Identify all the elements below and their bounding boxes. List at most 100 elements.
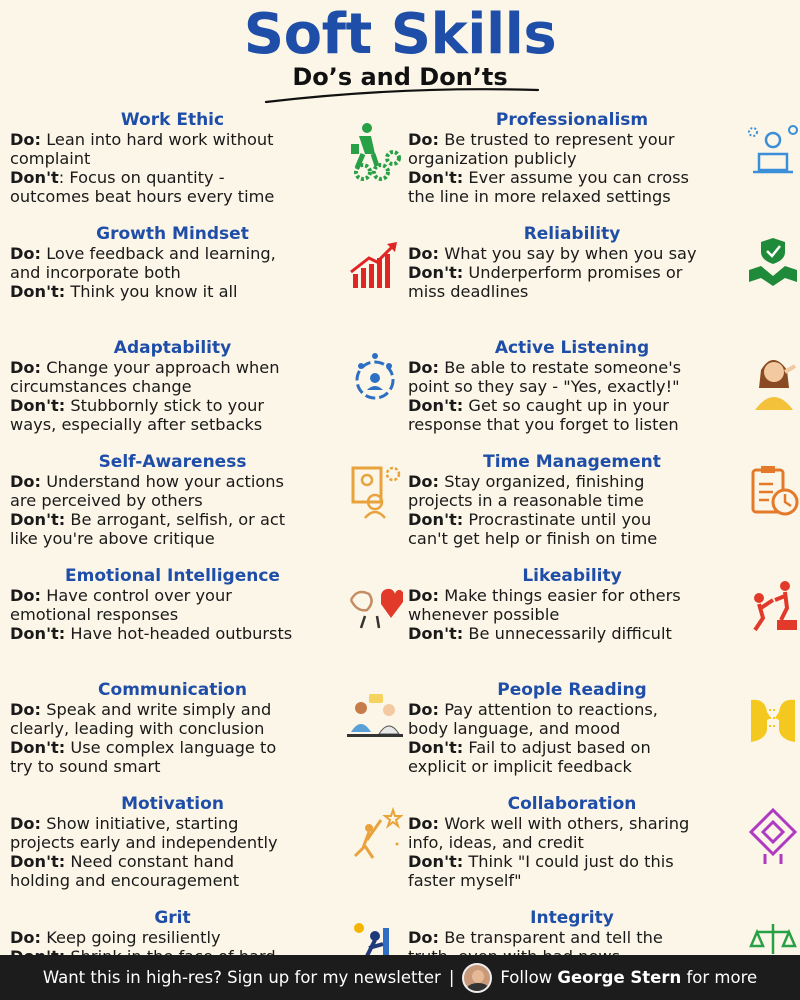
line-text: Have hot-headed outbursts <box>65 624 293 643</box>
line-text: Think "I could just do this <box>463 852 674 871</box>
skill-title: Reliability <box>523 224 621 244</box>
skill-title: Active Listening <box>494 338 650 358</box>
skill-line: Don't: Be unnecessarily difficult <box>408 624 800 643</box>
skills-grid: Work Ethic Do: Lean into hard work withou… <box>0 110 800 985</box>
line-text: projects in a reasonable time <box>408 491 644 510</box>
line-key: Do: <box>10 130 42 149</box>
skill-line: Don't: Procrastinate until you <box>408 510 800 529</box>
line-key: Do: <box>408 928 440 947</box>
skills-column-right: Professionalism Do: Be trusted to represe… <box>408 110 800 985</box>
face-profiles-icon <box>751 699 795 742</box>
skill-title: Self-Awareness <box>98 452 247 472</box>
line-key: Do: <box>10 700 42 719</box>
listening-woman-icon <box>755 360 797 410</box>
underline-swoosh <box>264 88 540 104</box>
newsletter-cta[interactable]: Want this in high-res? Sign up for my ne… <box>43 968 441 987</box>
skill-line: Don't: Fail to adjust based on <box>408 738 800 757</box>
line-text: What you say by when you say <box>439 244 697 263</box>
line-key: Don't: <box>408 852 464 871</box>
line-key: Don't: <box>10 510 66 529</box>
line-key: Do: <box>408 814 440 833</box>
self-reflection-icon <box>351 466 401 519</box>
skill-line: Don't: Think "I could just do this <box>408 852 800 871</box>
avatar <box>462 962 493 993</box>
skill-line: Don't: Be arrogant, selfish, or act <box>10 510 405 529</box>
skill-line: the line in more relaxed settings <box>408 187 800 206</box>
people-talking-icon <box>347 694 403 737</box>
skill-line: Do: Pay attention to reactions, <box>408 700 800 719</box>
line-key: Don't: <box>10 396 66 415</box>
line-text: Use complex language to <box>65 738 277 757</box>
skill-line: Don't: Need constant hand <box>10 852 405 871</box>
skill-line: Do: Speak and write simply and <box>10 700 405 719</box>
skill-card-collaboration: Collaboration Do: Work well with others, … <box>408 794 800 908</box>
line-text: Fail to adjust based on <box>463 738 651 757</box>
line-text: projects early and independently <box>10 833 278 852</box>
line-text: complaint <box>10 149 91 168</box>
skill-line: Do: Lean into hard work without <box>10 130 405 149</box>
footer-bar: Want this in high-res? Sign up for my ne… <box>0 955 800 1000</box>
line-text: Keep going resiliently <box>41 928 221 947</box>
skill-card-professionalism: Professionalism Do: Be trusted to represe… <box>408 110 800 224</box>
skill-card-time-management: Time Management Do: Stay organized, finis… <box>408 452 800 566</box>
line-text: and incorporate both <box>10 263 181 282</box>
skill-card-growth-mindset: Growth Mindset Do: Love feedback and lear… <box>10 224 405 338</box>
skill-line: Don't: Stubbornly stick to your <box>10 396 405 415</box>
skill-line: explicit or implicit feedback <box>408 757 800 776</box>
line-key: Don't: <box>408 510 464 529</box>
heart-brain-icon <box>349 589 403 629</box>
line-key: Don't: <box>408 738 464 757</box>
line-text: miss deadlines <box>408 282 529 301</box>
skill-line: try to sound smart <box>10 757 405 776</box>
skill-card-reliability: Reliability Do: What you say by when you … <box>408 224 800 338</box>
line-text: explicit or implicit feedback <box>408 757 632 776</box>
skill-line: Do: Be able to restate someone's <box>408 358 800 377</box>
line-key: Don't: <box>10 282 66 301</box>
skill-line: Do: Understand how your actions <box>10 472 405 491</box>
header: Soft Skills Do’s and Don’ts <box>0 0 800 110</box>
skill-line: Do: Be transparent and tell the <box>408 928 800 947</box>
line-key: Do: <box>408 586 440 605</box>
line-text: Lean into hard work without <box>41 130 274 149</box>
line-text: Need constant hand <box>65 852 235 871</box>
line-text: Work well with others, sharing <box>439 814 690 833</box>
line-text: clearly, leading with conclusion <box>10 719 265 738</box>
skill-line: miss deadlines <box>408 282 800 301</box>
line-text: Make things easier for others <box>439 586 681 605</box>
reaching-star-icon <box>353 806 403 859</box>
skill-card-active-listening: Active Listening Do: Be able to restate s… <box>408 338 800 452</box>
skill-line: Do: Work well with others, sharing <box>408 814 800 833</box>
line-text: Think you know it all <box>65 282 238 301</box>
skill-line: projects in a reasonable time <box>408 491 800 510</box>
line-text: try to sound smart <box>10 757 161 776</box>
skill-line: point so they say - "Yes, exactly!" <box>408 377 800 396</box>
skill-title: Communication <box>98 680 247 700</box>
skill-line: organization publicly <box>408 149 800 168</box>
line-text: outcomes beat hours every time <box>10 187 275 206</box>
skill-line: clearly, leading with conclusion <box>10 719 405 738</box>
skill-line: projects early and independently <box>10 833 405 852</box>
line-key: Don't: <box>408 168 464 187</box>
line-key: Do: <box>408 244 440 263</box>
line-key: Don't: <box>408 396 464 415</box>
skill-line: ways, especially after setbacks <box>10 415 405 434</box>
line-text: circumstances change <box>10 377 192 396</box>
skill-line: info, ideas, and credit <box>408 833 800 852</box>
skill-line: Don't: Focus on quantity - <box>10 168 405 187</box>
line-text: Love feedback and learning, <box>41 244 276 263</box>
line-text: can't get help or finish on time <box>408 529 658 548</box>
follow-text: Follow George Stern for more <box>500 968 757 987</box>
line-text: are perceived by others <box>10 491 203 510</box>
skill-line: can't get help or finish on time <box>408 529 800 548</box>
line-key: Do: <box>10 244 42 263</box>
line-text: Be unnecessarily difficult <box>463 624 672 643</box>
collaborating-hands-icon <box>748 807 798 864</box>
skill-title: Likeability <box>522 566 622 586</box>
author-name[interactable]: George Stern <box>557 968 681 987</box>
professional-laptop-icon <box>748 125 798 174</box>
line-text: Underperform promises or <box>463 263 683 282</box>
line-key: Do: <box>408 472 440 491</box>
line-text: ways, especially after setbacks <box>10 415 263 434</box>
skill-line: Do: Show initiative, starting <box>10 814 405 833</box>
footer-separator: | <box>448 968 455 987</box>
